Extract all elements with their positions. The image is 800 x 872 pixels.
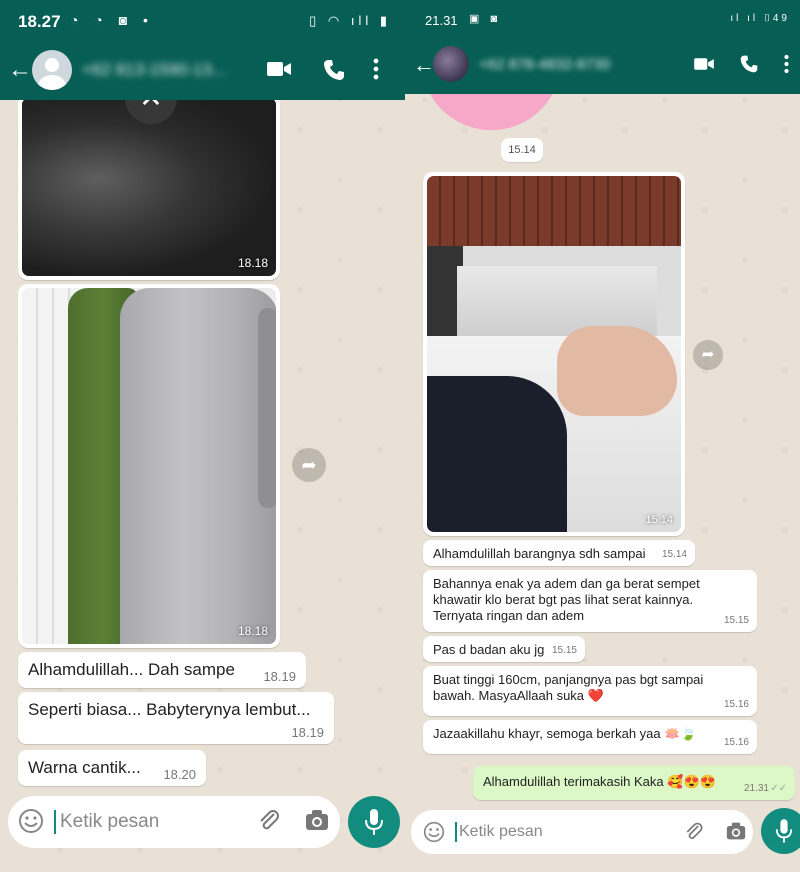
message-bubble[interactable]: Alhamdulillah barangnya sdh sampai 15.14 [423,540,695,566]
message-text: Seperti biasa... Babyterynya lembut... [28,700,311,719]
system-icons: ıl ıl ⌷49 [730,13,790,24]
phone-icon[interactable] [739,54,759,74]
status-bar: 21.31 ▣ ◙ ıl ıl ⌷49 [405,0,800,40]
contact-name[interactable]: +62 813-1590-13... [82,60,226,80]
battery-level: 49 [772,13,790,24]
camera-icon[interactable] [304,808,330,832]
message-bubble[interactable]: Warna cantik... 18.20 [18,750,206,786]
system-icons: ▯ ◠ ıll ▮ [309,13,391,28]
mic-button[interactable] [348,796,400,848]
status-bar: 18.27 ◔ ◔ ◙ • ▯ ◠ ıll ▮ [0,0,405,44]
message-time: 15.14 [645,514,673,526]
message-time: 18.20 [163,767,196,782]
message-text: Warna cantik... [28,758,141,777]
avatar[interactable] [433,46,469,82]
message-text: Alhamdulillah... Dah sampe [28,660,235,679]
mic-icon [365,809,383,835]
mic-button[interactable] [761,808,800,854]
message-bubble[interactable]: Bahannya enak ya adem dan ga berat sempe… [423,570,757,632]
status-time: 18.27 [18,12,61,31]
message-time: 15.14 [661,549,687,560]
message-bubble[interactable]: Jazaakillahu khayr, semoga berkah yaa 🪷🍃… [423,720,757,754]
message-time: 18.19 [291,725,324,740]
image-message[interactable]: 18.18 [18,284,280,648]
message-time: 15.16 [723,699,749,710]
image-message[interactable]: 15.14 [423,172,685,536]
chat-header: ← +62 813-1590-13... [0,44,405,100]
forward-icon[interactable]: ➦ [693,340,723,370]
message-bubble[interactable]: Alhamdulillah... Dah sampe 18.19 [18,652,306,688]
back-arrow-icon[interactable]: ← [413,52,435,78]
emoji-icon[interactable] [423,821,445,843]
message-time: 15.15 [723,615,749,626]
status-time: 21.31 [425,13,458,28]
emoji-icon[interactable] [18,808,44,834]
message-text: Pas d badan aku jg [433,642,545,657]
video-call-icon[interactable] [693,55,715,73]
message-time: 15.16 [723,737,749,748]
message-bubble[interactable]: Pas d badan aku jg 15.15 [423,636,585,662]
time-chip: 15.14 [501,138,543,162]
camera-icon[interactable] [725,821,747,841]
left-chat-screen: ✕ 18.18 18.18 ➦ Alhamdulillah... Dah sam… [0,0,405,872]
attach-icon[interactable] [256,808,282,834]
message-time: 18.18 [237,624,268,638]
message-text: Bahannya enak ya adem dan ga berat sempe… [433,576,700,623]
attach-icon[interactable] [683,821,705,843]
contact-name[interactable]: +62 878-4832-8730 [479,56,610,73]
message-time: 18.19 [263,669,296,684]
video-call-icon[interactable] [266,58,292,80]
right-chat-screen: 15.14 15.14 ➦ Alhamdulillah barangnya sd… [405,0,800,872]
message-input-bar[interactable]: Ketik pesan [8,796,340,848]
message-text: Jazaakillahu khayr, semoga berkah yaa 🪷🍃 [433,726,697,741]
chat-header: ← +62 878-4832-8730 [405,40,800,94]
outgoing-message-bubble[interactable]: Alhamdulillah terimakasih Kaka 🥰😍😍 21.31… [473,766,795,800]
message-bubble[interactable]: Seperti biasa... Babyterynya lembut... 1… [18,692,334,744]
message-text: Alhamdulillah barangnya sdh sampai [433,546,646,561]
more-vertical-icon[interactable] [372,58,380,80]
message-input[interactable]: Ketik pesan [459,823,543,841]
notification-icons: ◔ ◔ ◙ • [70,12,154,28]
message-time: 21.31 [743,783,769,794]
forward-icon[interactable]: ➦ [292,448,326,482]
message-input[interactable]: Ketik pesan [60,811,159,833]
message-bubble[interactable]: Buat tinggi 160cm, panjangnya pas bgt sa… [423,666,757,716]
notification-icons: ▣ ◙ [469,13,502,25]
message-input-bar[interactable]: Ketik pesan [411,810,753,854]
message-text: Buat tinggi 160cm, panjangnya pas bgt sa… [433,672,704,703]
double-check-icon: ✓✓ [770,783,787,794]
mic-icon [775,819,793,843]
image-message[interactable]: ✕ 18.18 [18,94,280,280]
message-time: 15.15 [551,645,577,656]
more-vertical-icon[interactable] [783,54,790,74]
message-time: 18.18 [237,256,268,270]
back-arrow-icon[interactable]: ← [8,56,32,84]
phone-icon[interactable] [322,58,346,82]
avatar[interactable] [32,50,72,90]
message-text: Alhamdulillah terimakasih Kaka 🥰😍😍 [483,774,716,789]
